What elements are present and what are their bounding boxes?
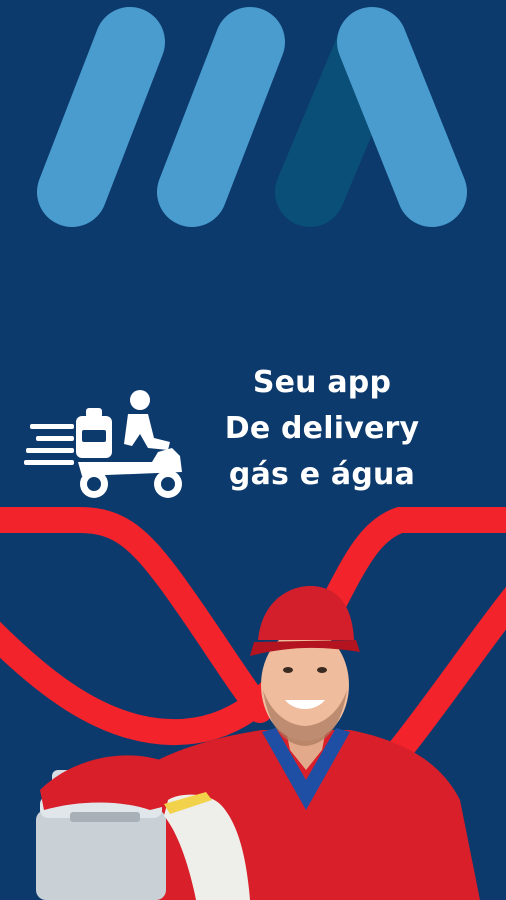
tagline-line-2: De delivery — [224, 411, 420, 446]
delivery-person-illustration — [36, 586, 480, 900]
splash-screen: Seu app De delivery gás e água — [0, 0, 506, 900]
logo-stroke-right — [337, 7, 467, 227]
logo-stroke-middle — [157, 7, 285, 227]
delivery-scooter-icon — [24, 390, 182, 498]
tagline-line-1: Seu app — [252, 365, 392, 400]
logo-stroke-left — [37, 7, 165, 227]
tagline-line-3: gás e água — [228, 457, 416, 492]
tagline: Seu app De delivery gás e água — [212, 360, 432, 498]
brand-logo — [37, 7, 467, 227]
